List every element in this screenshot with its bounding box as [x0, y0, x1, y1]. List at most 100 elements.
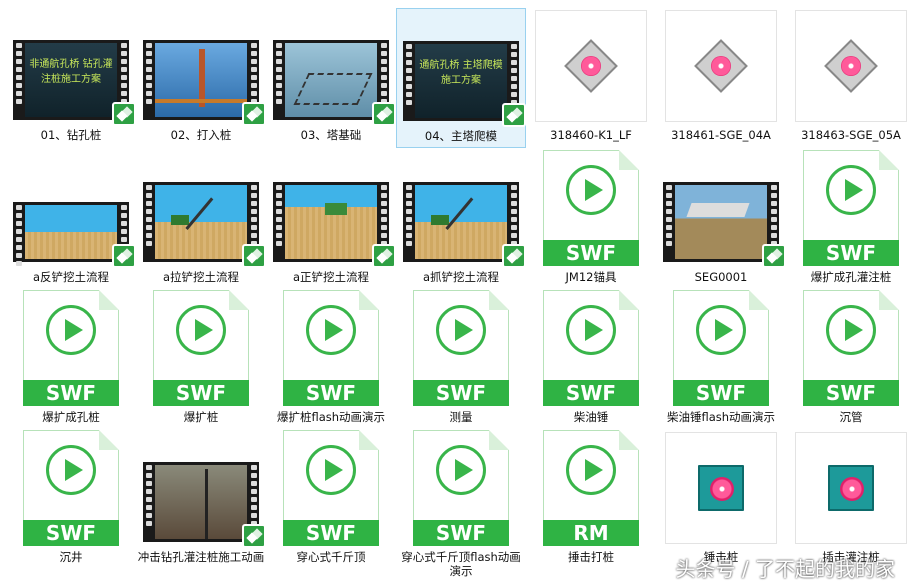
file-item[interactable]: SWF 柴油锤flash动画演示 [656, 290, 786, 430]
play-icon [566, 445, 616, 495]
file-item[interactable]: SWF 穿心式千斤顶flash动画演示 [396, 430, 526, 578]
file-name: 01、钻孔桩 [40, 128, 102, 142]
play-icon [566, 305, 616, 355]
file-name: 捶击打桩 [568, 550, 614, 564]
file-name: 04、主塔爬模 [424, 129, 498, 143]
file-name: 冲击钻孔灌注桩施工动画 [137, 550, 265, 564]
file-name: 02、打入桩 [170, 128, 232, 142]
file-type-badge: SWF [803, 240, 899, 266]
video-thumbnail [403, 182, 526, 268]
watermark-text: 头条号 / 了不起的我的家 [675, 557, 895, 581]
play-icon [436, 445, 486, 495]
video-player-badge-icon [372, 102, 396, 126]
flash-file-icon: RM [543, 430, 639, 546]
flash-file-icon: SWF [23, 290, 119, 406]
video-thumbnail [143, 182, 266, 268]
app-file-icon [665, 432, 777, 544]
file-item[interactable]: a拉铲挖土流程 [136, 150, 266, 290]
file-item[interactable]: 318461-SGE_04A [656, 8, 786, 148]
app-file-icon [665, 10, 777, 122]
file-name: 沉井 [59, 550, 83, 564]
video-player-badge-icon [502, 244, 526, 268]
app-file-icon [795, 10, 907, 122]
file-item[interactable]: 通航孔桥 主塔爬模施工方案 04、主塔爬模 [396, 8, 526, 148]
file-item[interactable]: 03、塔基础 [266, 8, 396, 148]
gem-icon [694, 39, 748, 93]
file-item[interactable]: SWF 测量 [396, 290, 526, 430]
play-icon [176, 305, 226, 355]
file-name: JM12锚具 [565, 270, 617, 284]
file-item[interactable]: a正铲挖土流程 [266, 150, 396, 290]
play-icon [46, 305, 96, 355]
video-thumbnail: 非通航孔桥 钻孔灌注桩施工方案 [13, 40, 136, 126]
video-thumbnail [273, 182, 396, 268]
file-type-badge: SWF [543, 380, 639, 406]
file-name: a抓铲挖土流程 [422, 270, 500, 284]
file-item[interactable]: 02、打入桩 [136, 8, 266, 148]
gem-icon [564, 39, 618, 93]
file-item[interactable]: RM 捶击打桩 [526, 430, 656, 570]
file-item[interactable]: 锤击桩 [656, 430, 786, 570]
file-name: 测量 [449, 410, 473, 424]
gem-icon [824, 39, 878, 93]
file-name: 穿心式千斤顶 [296, 550, 366, 564]
flash-file-icon: SWF [673, 290, 769, 406]
app-file-icon [795, 432, 907, 544]
file-name: a拉铲挖土流程 [162, 270, 240, 284]
file-name: 318461-SGE_04A [671, 128, 771, 142]
file-item[interactable]: 非通航孔桥 钻孔灌注桩施工方案 01、钻孔桩 [6, 8, 136, 148]
file-name: SEG0001 [694, 270, 748, 284]
file-name: a反铲挖土流程 [32, 270, 110, 284]
file-name: 柴油锤 [573, 410, 609, 424]
video-thumbnail [143, 40, 266, 126]
flash-file-icon: SWF [283, 430, 379, 546]
flash-file-icon: SWF [803, 290, 899, 406]
file-item[interactable]: 318460-K1_LF [526, 8, 656, 148]
flash-file-icon: SWF [543, 150, 639, 266]
video-thumbnail [143, 462, 266, 548]
video-player-badge-icon [372, 244, 396, 268]
file-item[interactable]: SEG0001 [656, 150, 786, 290]
video-overlay-text: 通航孔桥 主塔爬模施工方案 [419, 60, 503, 86]
file-name: 柴油锤flash动画演示 [666, 410, 776, 424]
video-thumbnail [663, 182, 786, 268]
flash-file-icon: SWF [153, 290, 249, 406]
file-type-badge: SWF [543, 240, 639, 266]
play-icon [696, 305, 746, 355]
video-overlay-text: 非通航孔桥 钻孔灌注桩施工方案 [29, 59, 113, 85]
file-type-badge: RM [543, 520, 639, 546]
file-name: 爆扩桩flash动画演示 [276, 410, 386, 424]
play-icon [436, 305, 486, 355]
file-item[interactable]: SWF 爆扩桩 [136, 290, 266, 430]
file-name: 爆扩成孔桩 [42, 410, 100, 424]
file-item[interactable]: SWF 穿心式千斤顶 [266, 430, 396, 570]
gem-icon [698, 465, 744, 511]
play-icon [826, 165, 876, 215]
flash-file-icon: SWF [803, 150, 899, 266]
file-item[interactable]: 冲击钻孔灌注桩施工动画 [136, 430, 266, 570]
file-item[interactable]: SWF 爆扩成孔桩 [6, 290, 136, 430]
file-type-badge: SWF [23, 380, 119, 406]
play-icon [306, 305, 356, 355]
video-player-badge-icon [242, 102, 266, 126]
file-browser: { "files": [ {"name": "01、钻孔桩", "kind": … [0, 0, 909, 586]
file-name: 爆扩成孔灌注桩 [810, 270, 892, 284]
file-item[interactable]: a反铲挖土流程 [6, 150, 136, 290]
file-item[interactable]: SWF JM12锚具 [526, 150, 656, 290]
file-item[interactable]: SWF 柴油锤 [526, 290, 656, 430]
file-item[interactable]: SWF 沉管 [786, 290, 909, 430]
flash-file-icon: SWF [283, 290, 379, 406]
file-item[interactable]: SWF 爆扩桩flash动画演示 [266, 290, 396, 430]
file-type-badge: SWF [283, 380, 379, 406]
file-type-badge: SWF [673, 380, 769, 406]
app-file-icon [535, 10, 647, 122]
file-item[interactable]: a抓铲挖土流程 [396, 150, 526, 290]
file-item[interactable]: 318463-SGE_05A [786, 8, 909, 148]
file-item[interactable]: SWF 沉井 [6, 430, 136, 570]
play-icon [306, 445, 356, 495]
video-player-badge-icon [502, 103, 526, 127]
file-item[interactable]: 插击灌注桩 [786, 430, 909, 570]
video-player-badge-icon [242, 244, 266, 268]
file-item[interactable]: SWF 爆扩成孔灌注桩 [786, 150, 909, 290]
video-player-badge-icon [762, 244, 786, 268]
